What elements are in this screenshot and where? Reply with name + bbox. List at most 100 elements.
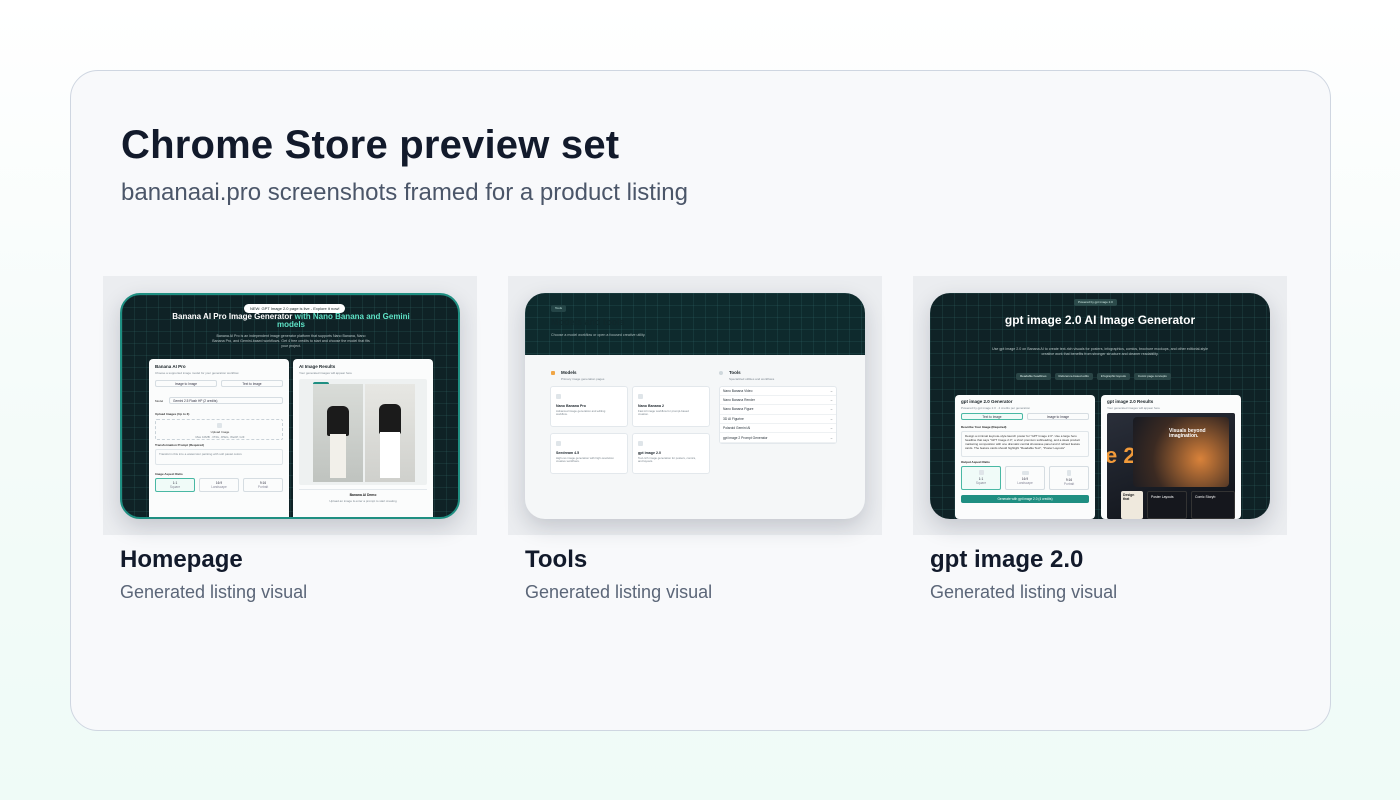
- tools-icon: [719, 370, 723, 375]
- generator-panel-title: Banana AI Pro: [155, 363, 186, 369]
- models-icon: [551, 370, 555, 375]
- ratio-name: Portrait: [257, 484, 269, 489]
- preview-frame: Chrome Store preview set bananaai.pro sc…: [70, 70, 1331, 731]
- feature-chip: Readable headlines: [1016, 372, 1051, 381]
- tools-hero-title: Models and tools: [551, 316, 625, 327]
- model-card-nano-banana-2[interactable]: Nano Banana 2 Fast AI image workflow for…: [632, 385, 710, 427]
- hero-title-accent: with Nano Banana and Gemini models: [276, 311, 410, 330]
- tools-hero-text: Choose a model workflow or open a focuse…: [551, 332, 646, 337]
- card-caption: Generated listing visual: [930, 582, 1118, 602]
- card-title: gpt image 2.0: [930, 546, 1084, 573]
- gpt-image-screenshot: Powered by gpt image 2.0 gpt image 2.0 A…: [930, 292, 1270, 519]
- arrow-right-icon: →: [829, 407, 833, 412]
- prompt-label: Transformation Prompt (Required): [155, 442, 205, 447]
- tab-text-to-image[interactable]: Text to Image: [221, 379, 283, 387]
- tab-image-to-image[interactable]: Image to Image: [1027, 412, 1089, 420]
- tools-title: Tools: [729, 369, 741, 375]
- tools-subtitle: Specialized utilities and workflows: [729, 376, 775, 381]
- generator-panel: Banana AI Pro Choose a supported image m…: [149, 358, 289, 517]
- model-card-name: gpt image 2.0: [638, 450, 661, 455]
- tools-list: Nano Banana Video → Nano Banana Render → N…: [719, 385, 837, 444]
- model-card-desc: Advanced image generation and editing wo…: [556, 408, 606, 417]
- upload-dropzone[interactable]: Upload Image Max 10MB · PNG, JPEG, WebP,…: [155, 418, 283, 440]
- tool-item[interactable]: Polaroid Gemini AI →: [720, 424, 836, 434]
- model-card-desc: High-res image generation with high-reso…: [556, 455, 614, 464]
- feature-chip: Reference-based edits: [1054, 372, 1093, 381]
- hero-title: gpt image 2.0 AI Image Generator: [1004, 312, 1196, 327]
- model-card-seedream[interactable]: Seedream 4.5 High-res image generation w…: [550, 432, 628, 474]
- card-title: Homepage: [120, 546, 243, 573]
- output-ratio-label: Output Aspect Ratio: [961, 459, 990, 464]
- ratio-option-portrait[interactable]: 9:16 Portrait: [1049, 465, 1089, 490]
- gpt-results-subtitle: Your generated images will appear here: [1107, 405, 1160, 410]
- model-card-name: Seedream 4.5: [556, 450, 580, 455]
- upload-icon: [217, 422, 222, 428]
- preview-card-gpt-image[interactable]: Powered by gpt image 2.0 gpt image 2.0 A…: [913, 276, 1287, 603]
- model-card-desc: Text-rich image generation for posters, …: [638, 455, 696, 464]
- ratio-option-square[interactable]: 1:1 Square: [155, 477, 195, 492]
- hero-title-main: Banana AI Pro Image Generator: [172, 311, 295, 321]
- ratio-option-portrait[interactable]: 9:16 Portrait: [243, 477, 283, 492]
- image-icon: [638, 393, 643, 399]
- generate-button[interactable]: Generate with gpt image 2.0 (4 credits): [961, 494, 1089, 503]
- hero-description: Banana AI Pro is an independent image ge…: [212, 333, 370, 348]
- tool-item-label: gpt image 2 Prompt Generator: [723, 435, 768, 440]
- tool-item-label: 3D AI Figurine: [723, 416, 744, 421]
- tool-item-label: Nano Banana Render: [723, 398, 755, 403]
- screenshot-stage: Tools Models and tools Choose a model wo…: [508, 276, 882, 535]
- poster-card-c: Comic Storyb: [1191, 490, 1235, 519]
- describe-textarea[interactable]: Design a minimal keynote-style launch po…: [961, 430, 1089, 457]
- hero-title: Banana AI Pro Image Generator with Nano …: [162, 311, 420, 331]
- results-panel-title: AI Image Results: [299, 363, 336, 369]
- preview-card-homepage[interactable]: NEW: GPT Image 2.0 page is live - Explor…: [103, 276, 477, 603]
- upload-hint: Max 10MB · PNG, JPEG, WebP, GIF: [195, 434, 245, 439]
- tools-screenshot: Tools Models and tools Choose a model wo…: [525, 292, 865, 519]
- image-icon: [638, 440, 643, 446]
- model-select[interactable]: Gemini 2.5 Flash HP (2 credits): [169, 396, 283, 404]
- powered-badge: Powered by gpt image 2.0: [1074, 298, 1117, 307]
- feature-chip: Comic page concepts: [1133, 372, 1171, 381]
- ratio-option-square[interactable]: 1:1 Square: [961, 465, 1001, 490]
- tool-item[interactable]: Nano Banana Render →: [720, 396, 836, 406]
- tool-item[interactable]: Nano Banana Figure →: [720, 405, 836, 415]
- demo-subtitle: Upload an image & enter a prompt to star…: [329, 498, 397, 503]
- divider: [299, 488, 427, 490]
- aspect-ratio-label: Image Aspect Ratio: [155, 471, 183, 476]
- arrow-right-icon: →: [829, 416, 833, 421]
- preview-card-tools[interactable]: Tools Models and tools Choose a model wo…: [508, 276, 882, 603]
- model-card-nano-banana-pro[interactable]: Nano Banana Pro Advanced image generatio…: [550, 385, 628, 427]
- ratio-option-landscape[interactable]: 16:9 Landscape: [1005, 465, 1045, 490]
- figure-top: [327, 405, 349, 436]
- page-title: Chrome Store preview set: [121, 123, 620, 167]
- demo-before-photo: [313, 383, 363, 482]
- poster-preview: e 2 Visuals beyond imagination. Design t…: [1107, 412, 1235, 519]
- tool-item-label: Polaroid Gemini AI: [723, 426, 751, 431]
- model-label: Model: [155, 398, 164, 403]
- ratio-name: Landscape: [1017, 480, 1033, 485]
- prompt-input[interactable]: Transform this into a watercolor paintin…: [155, 448, 283, 465]
- image-icon: [556, 440, 561, 446]
- screenshot-stage: NEW: GPT Image 2.0 page is live - Explor…: [103, 276, 477, 535]
- tab-text-to-image[interactable]: Text to Image: [961, 412, 1023, 420]
- poster-card-a: Design that: [1121, 490, 1143, 519]
- figure-trousers: [330, 433, 346, 478]
- results-panel-subtitle: Your generated images will appear here: [299, 370, 352, 375]
- upload-label: Upload Images (Up to 3): [155, 411, 190, 416]
- page-subtitle: bananaai.pro screenshots framed for a pr…: [121, 179, 688, 206]
- model-card-gpt-image[interactable]: gpt image 2.0 Text-rich image generation…: [632, 432, 710, 474]
- card-caption: Generated listing visual: [525, 582, 713, 602]
- tool-item[interactable]: 3D AI Figurine →: [720, 415, 836, 424]
- tool-item[interactable]: gpt image 2 Prompt Generator →: [720, 433, 836, 443]
- tools-hero: Tools Models and tools Choose a model wo…: [525, 292, 865, 355]
- poster-card-a-label: Design that: [1123, 492, 1135, 501]
- demo-image-area: Demo: [299, 378, 427, 485]
- demo-title: Banana AI Demo: [349, 492, 377, 497]
- tools-chip: Tools: [551, 304, 567, 313]
- ratio-name: Portrait: [1063, 481, 1075, 486]
- tool-item[interactable]: Nano Banana Video →: [720, 387, 836, 396]
- gpt-results-panel: gpt image 2.0 Results Your generated ima…: [1101, 394, 1241, 519]
- feature-chip: Infographic layouts: [1096, 372, 1130, 381]
- ratio-option-landscape[interactable]: 16:9 Landscape: [199, 477, 239, 492]
- tab-image-to-image[interactable]: Image to Image: [155, 379, 217, 387]
- generator-panel-subtitle: Choose a supported image model for your …: [155, 370, 239, 375]
